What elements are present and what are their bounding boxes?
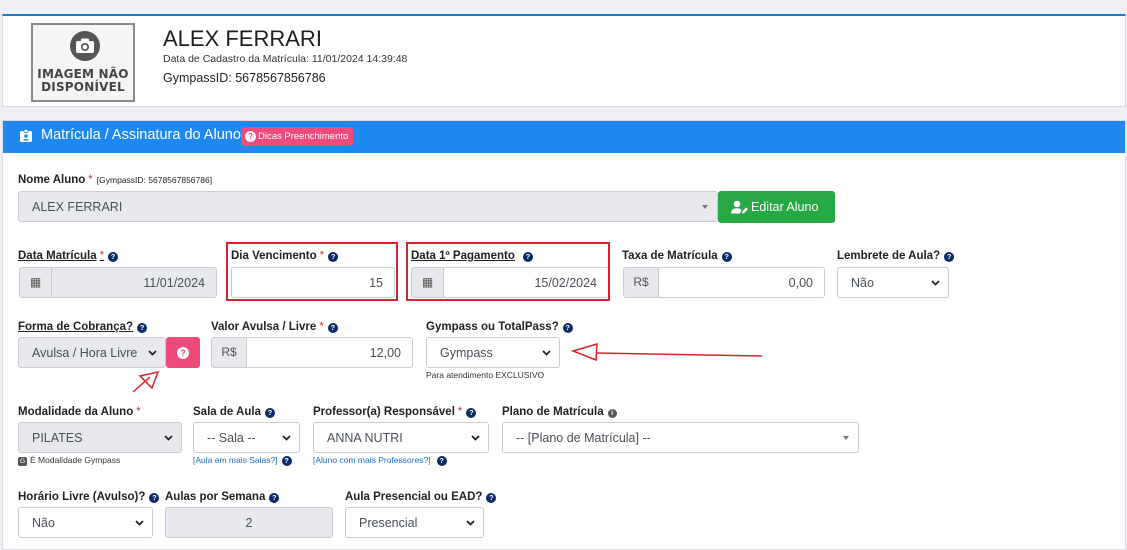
annotation-arrow-gympass [570,342,763,362]
annotation-arrow-billing [132,370,160,393]
annotation-arrows [132,342,763,393]
